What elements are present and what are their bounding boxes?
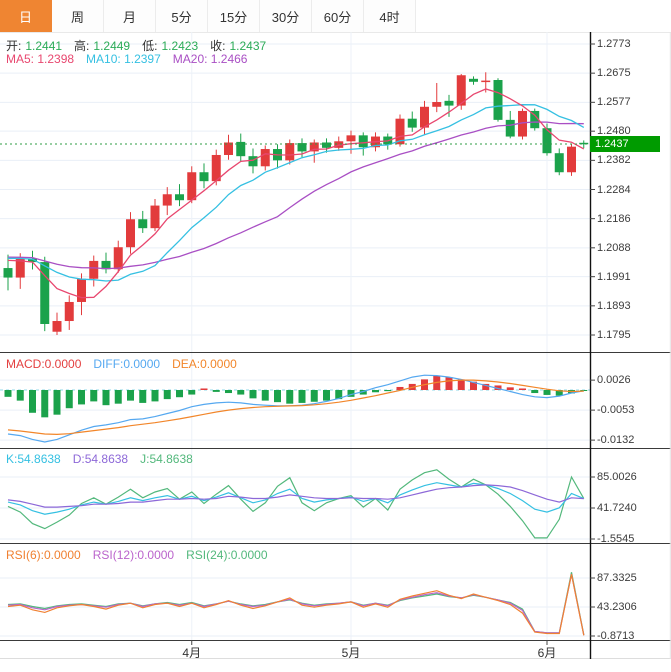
timeframe-tab[interactable]: 周 — [52, 0, 104, 32]
legend-item: RSI(6):0.0000 — [6, 548, 81, 562]
rsi-legend: RSI(6):0.0000 RSI(12):0.0000 RSI(24):0.000… — [6, 548, 272, 562]
legend-item: DEA:0.0000 — [172, 357, 237, 371]
axis-value: 41.7240 — [597, 502, 637, 514]
legend-item: MA20: 1.2466 — [173, 52, 248, 66]
legend-item: MA5: 1.2398 — [6, 52, 74, 66]
axis-value: 1.1795 — [597, 329, 631, 341]
legend-item: 1.2441 — [25, 39, 62, 53]
month-tick-label: 6月 — [538, 644, 557, 661]
axis-value: 1.2186 — [597, 213, 631, 225]
trading-chart-app: 日周月5分15分30分60分4时 开: 1.2441 高: 1.2449 低: 1.242… — [0, 0, 671, 672]
legend-item: RSI(24):0.0000 — [186, 548, 267, 562]
axis-value: 85.0026 — [597, 471, 637, 483]
axis-value: -0.8713 — [597, 630, 634, 642]
kdj-legend: K:54.8638 D:54.8638 J:54.8638 — [6, 452, 197, 466]
axis-value: 1.2284 — [597, 184, 631, 196]
legend-item: 开: — [6, 39, 21, 53]
axis-value: -0.0053 — [597, 404, 634, 416]
axis-value: 43.2306 — [597, 601, 637, 613]
macd-legend: MACD:0.0000 DIFF:0.0000 DEA:0.0000 — [6, 357, 241, 371]
axis-value: 1.2088 — [597, 242, 631, 254]
timeframe-tabbar: 日周月5分15分30分60分4时 — [0, 0, 671, 33]
legend-item: D:54.8638 — [73, 452, 128, 466]
legend-item: 高: — [74, 39, 89, 53]
legend-item: 1.2449 — [93, 39, 130, 53]
legend-item: J:54.8638 — [140, 452, 193, 466]
legend-item: 低: — [142, 39, 157, 53]
timeframe-tab[interactable]: 15分 — [208, 0, 260, 32]
legend-item: MACD:0.0000 — [6, 357, 81, 371]
legend-item: 收: — [210, 39, 225, 53]
legend-item: DIFF:0.0000 — [93, 357, 160, 371]
timeframe-tab[interactable]: 日 — [0, 0, 52, 32]
axis-value: 1.2577 — [597, 96, 631, 108]
axis-value: 1.1893 — [597, 300, 631, 312]
legend-item: RSI(12):0.0000 — [93, 548, 174, 562]
axis-value: 1.2773 — [597, 38, 631, 50]
axis-value: 1.2382 — [597, 154, 631, 166]
axis-value: 87.3325 — [597, 572, 637, 584]
axis-value: -1.5545 — [597, 533, 634, 545]
legend-item: 1.2437 — [229, 39, 266, 53]
timeframe-tab[interactable]: 月 — [104, 0, 156, 32]
timeframe-tab[interactable]: 60分 — [312, 0, 364, 32]
axis-value: 1.2675 — [597, 67, 631, 79]
month-tick-label: 4月 — [182, 644, 201, 661]
timeframe-tab[interactable]: 4时 — [364, 0, 416, 32]
axis-value: -0.0132 — [597, 434, 634, 446]
current-price-tag: 1.2437 — [590, 136, 660, 152]
chart-canvas[interactable] — [0, 32, 671, 672]
ma-legend: MA5: 1.2398 MA10: 1.2397 MA20: 1.2466 — [6, 52, 251, 66]
axis-value: 1.1991 — [597, 271, 631, 283]
timeframe-tab[interactable]: 30分 — [260, 0, 312, 32]
legend-item: K:54.8638 — [6, 452, 61, 466]
timeframe-tab[interactable]: 5分 — [156, 0, 208, 32]
legend-item: MA10: 1.2397 — [86, 52, 161, 66]
month-tick-label: 5月 — [342, 644, 361, 661]
axis-value: 0.0026 — [597, 374, 631, 386]
legend-item: 1.2423 — [161, 39, 198, 53]
